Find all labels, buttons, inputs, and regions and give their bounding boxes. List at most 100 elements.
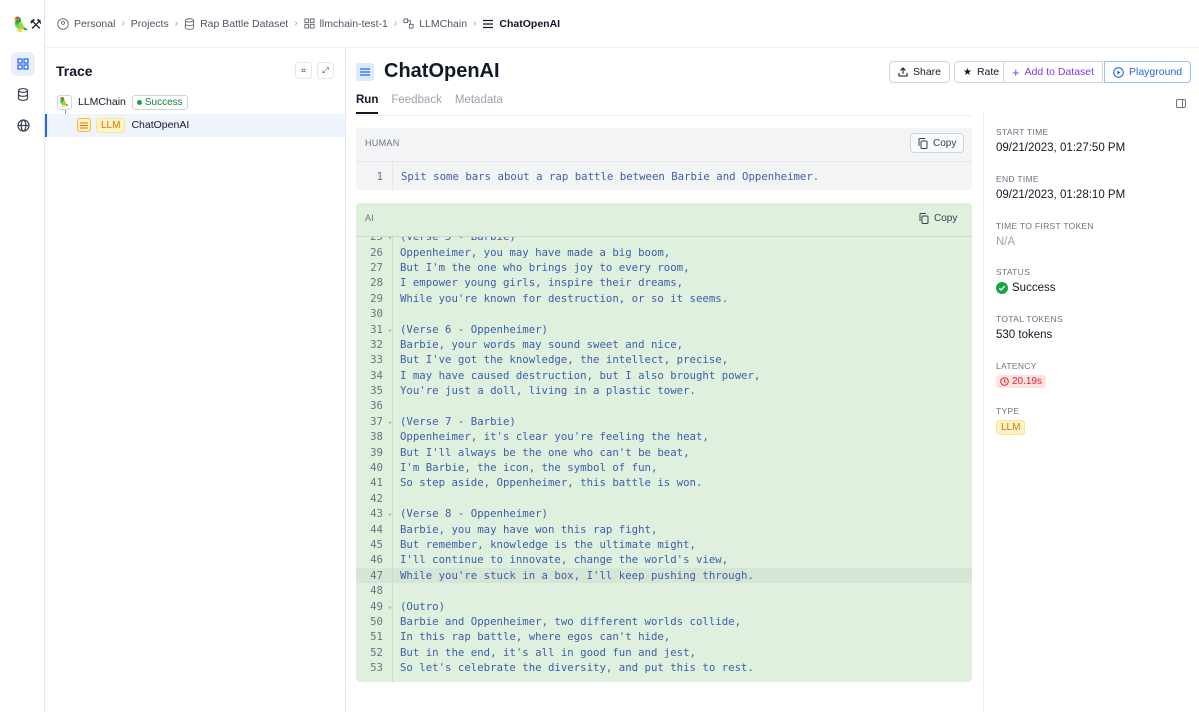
star-icon: ★ (963, 66, 972, 78)
line-number: 50 (370, 614, 383, 628)
share-button[interactable]: Share (889, 61, 951, 83)
line-number: 43 ⌄ (370, 507, 392, 521)
copy-button-human[interactable]: Copy (910, 133, 965, 153)
code-text: But remember, knowledge is the ultimate … (400, 538, 696, 551)
line-number: 40 (370, 461, 383, 475)
code-line: 29 While you're known for destruction, or… (356, 291, 972, 306)
meta-end-time: END TIME 09/21/2023, 01:28:10 PM (996, 174, 1125, 201)
line-number: 27 (370, 260, 383, 274)
code-text: But in the end, it's all in good fun and… (400, 645, 696, 659)
meta-start-time: START TIME 09/21/2023, 01:27:50 PM (996, 127, 1125, 154)
status-text: Success (1012, 282, 1056, 294)
code-line: 37 ⌄ (Verse 7 - Barbie) (356, 414, 972, 429)
trace-node-chatopenai[interactable]: LLM ChatOpenAI (77, 117, 189, 133)
code-line: 35 You're just a doll, living in a plasti… (356, 383, 972, 398)
code-line: 28 I empower young girls, inspire their d… (356, 275, 972, 290)
meta-latency: LATENCY 20.19s (996, 361, 1047, 391)
chevron-right-icon: › (473, 18, 477, 29)
code-line: 48 (356, 583, 972, 598)
human-text[interactable]: Spit some bars about a rap battle betwee… (393, 170, 819, 183)
code-text: But I'm the one who brings joy to every … (400, 260, 690, 274)
copy-label: Copy (934, 212, 958, 224)
tab-feedback[interactable]: Feedback (391, 94, 442, 114)
expand-icon[interactable]: ⤢ (317, 62, 334, 79)
latency-value: 20.19s (1012, 376, 1043, 387)
line-number: 46 (370, 553, 383, 567)
code-line: 26 Oppenheimer, you may have made a big b… (356, 244, 972, 259)
run-detail: ChatOpenAI Share ★ Rate + Add to Dataset… (346, 48, 1199, 712)
line-number: 31 ⌄ (370, 322, 392, 336)
collapse-icon[interactable]: ⌗ (295, 62, 312, 79)
code-text: So step aside, Oppenheimer, this battle … (400, 476, 703, 490)
breadcrumb-personal[interactable]: Personal (57, 18, 115, 30)
code-line: 34 I may have caused destruction, but I a… (356, 368, 972, 383)
add-to-dataset-label: Add to Dataset (1024, 66, 1095, 78)
code-text: While you're stuck in a box, I'll keep p… (400, 568, 754, 582)
breadcrumb-label: ChatOpenAI (499, 17, 561, 30)
grid-icon[interactable] (11, 52, 35, 76)
line-number: 48 (370, 584, 383, 598)
share-icon (898, 67, 908, 77)
code-line: 43 ⌄ (Verse 8 - Oppenheimer) (356, 506, 972, 521)
meta-value: 09/21/2023, 01:27:50 PM (996, 142, 1126, 154)
code-line: 49 ⌄ (Outro) (356, 598, 972, 613)
llm-tag: LLM (96, 117, 126, 133)
code-line: 45 But remember, knowledge is the ultimat… (356, 537, 972, 552)
meta-key: START TIME (996, 127, 1049, 137)
tab-metadata[interactable]: Metadata (455, 94, 503, 114)
page-title: ChatOpenAI (356, 60, 500, 83)
page-title-text: ChatOpenAI (384, 60, 500, 82)
playground-button[interactable]: Playground (1104, 61, 1192, 83)
tab-bar: Run Feedback Metadata (356, 94, 503, 114)
code-line: 33 But I've got the knowledge, the intell… (356, 352, 972, 367)
code-text: (Verse 8 - Oppenheimer) (400, 507, 548, 521)
breadcrumb-label: LLMChain (419, 17, 468, 30)
copy-icon (918, 137, 928, 149)
line-number: 28 (370, 276, 383, 290)
line-number: 26 (370, 245, 383, 259)
metadata-panel: START TIME 09/21/2023, 01:27:50 PM END T… (983, 112, 1199, 712)
code-text: Oppenheimer, it's clear you're feeling t… (400, 430, 709, 444)
code-line: 30 (356, 306, 972, 321)
code-text: In this rap battle, where egos can't hid… (400, 630, 671, 644)
grid-icon (303, 18, 315, 29)
code-text: I'll continue to innovate, change the wo… (400, 553, 729, 567)
meta-type: TYPE LLM (996, 406, 1026, 435)
trace-node-llmchain[interactable]: 🦜 LLMChain Success (57, 94, 188, 110)
globe-icon[interactable] (11, 113, 35, 137)
code-text: I may have caused destruction, but I als… (400, 368, 761, 382)
database-icon[interactable] (11, 82, 35, 106)
line-number: 49 ⌄ (370, 599, 392, 613)
code-text: So let's celebrate the diversity, and pu… (400, 661, 754, 675)
latency-badge: 20.19s (996, 375, 1047, 388)
sidebar-toggle-icon[interactable] (1176, 99, 1186, 108)
chevron-right-icon: › (121, 18, 125, 29)
ai-code-editor[interactable]: 25 ⌄ (Verse 5 - Barbie) 26 Oppenheimer, you … (356, 236, 972, 682)
code-text: Barbie, you may have won this rap fight, (400, 522, 658, 536)
breadcrumb-chain[interactable]: LLMChain (403, 18, 467, 30)
code-text: You're just a doll, living in a plastic … (400, 384, 696, 398)
breadcrumb-projects[interactable]: Projects (131, 18, 169, 30)
code-line: 39 But I'll always be the one who can't b… (356, 444, 972, 459)
breadcrumb-dataset[interactable]: Rap Battle Dataset (184, 18, 288, 30)
line-number: 38 (370, 430, 383, 444)
tab-run[interactable]: Run (356, 94, 379, 114)
playground-label: Playground (1129, 66, 1183, 78)
human-message: HUMAN Copy 1 Spit some bars about a rap … (356, 128, 972, 190)
human-code-line: 1 Spit some bars about a rap battle betw… (356, 161, 972, 190)
code-text: I'm Barbie, the icon, the symbol of fun, (400, 461, 658, 475)
breadcrumb: Personal › Projects › Rap Battle Dataset… (45, 0, 1199, 48)
llm-icon (77, 118, 91, 132)
code-text: But I'll always be the one who can't be … (400, 445, 690, 459)
code-line: 42 (356, 491, 972, 506)
line-number: 44 (370, 522, 383, 536)
code-text: (Outro) (400, 599, 446, 613)
human-label: HUMAN (365, 138, 400, 148)
breadcrumb-label: llmchain-test-1 (319, 17, 388, 30)
breadcrumb-project[interactable]: llmchain-test-1 (303, 17, 388, 30)
breadcrumb-current: ChatOpenAI (482, 18, 560, 30)
rate-button[interactable]: ★ Rate (954, 61, 1009, 83)
copy-button-ai[interactable]: Copy (911, 208, 965, 228)
line-number: 53 (370, 661, 383, 675)
add-to-dataset-button[interactable]: + Add to Dataset (1003, 61, 1104, 83)
